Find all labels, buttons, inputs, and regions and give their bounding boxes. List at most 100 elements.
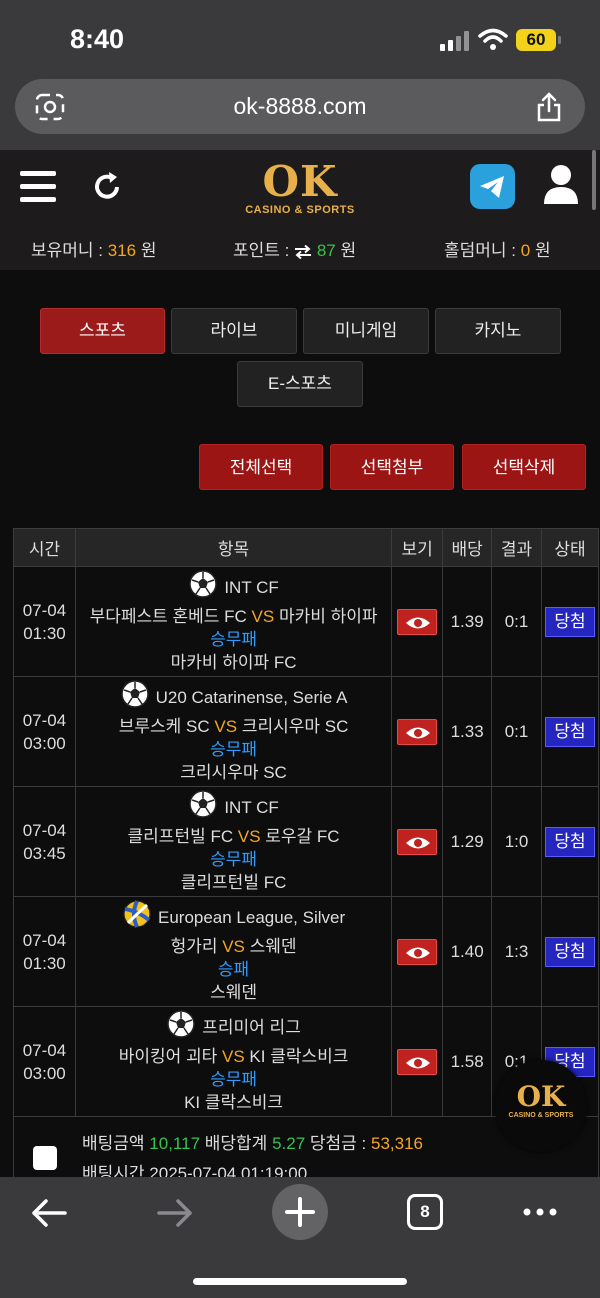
- result-cell: 1:3: [491, 896, 542, 1007]
- league-name: 프리미어 리그: [202, 1017, 301, 1037]
- status-bar: 8:40 60: [0, 0, 600, 78]
- view-cell: [391, 676, 444, 787]
- bet-time-cell: 07-04 01:30: [13, 566, 76, 677]
- site-header: OK CASINO & SPORTS 보유머니 : 316 원 포인트 : 87…: [0, 150, 600, 270]
- result-cell: 1:0: [491, 786, 542, 897]
- logo-text: OK: [262, 157, 338, 206]
- header-item: 항목: [74, 528, 393, 567]
- bet-time-cell: 07-04 01:30: [13, 896, 76, 1007]
- league-name: INT CF: [224, 577, 279, 597]
- odds-cell: 1.58: [442, 1006, 493, 1117]
- soccer-ball-icon: [166, 1009, 196, 1045]
- status-cell: 당첨: [540, 566, 600, 677]
- odds-cell: 1.40: [442, 896, 493, 1007]
- bet-pick: KI 클락스비크: [184, 1093, 284, 1112]
- header-status: 상태: [540, 528, 600, 567]
- table-row: 07-04 03:45 INT CF 클리프턴빌 FC VS 로우갈 FC 승무패 클리프…: [13, 786, 600, 897]
- eye-icon[interactable]: [397, 828, 438, 855]
- volleyball-icon: [122, 899, 152, 935]
- market-type: 승무패: [210, 630, 258, 649]
- status-badge: 당첨: [544, 716, 595, 747]
- bet-pick: 스웨덴: [210, 983, 258, 1002]
- bet-pick: 크리시우마 SC: [180, 763, 287, 782]
- web-page: OK CASINO & SPORTS 보유머니 : 316 원 포인트 : 87…: [0, 150, 600, 1177]
- status-badge: 당첨: [544, 826, 595, 857]
- new-tab-button[interactable]: [272, 1184, 328, 1240]
- status-time: 8:40: [70, 24, 125, 54]
- bet-item-cell: INT CF 부다페스트 혼베드 FC VS 마카비 하이파 승무패 마카비 하이파 …: [74, 566, 393, 677]
- floating-logo-button[interactable]: OK CASINO & SPORTS: [495, 1060, 587, 1152]
- bet-item-cell: European League, Silver 헝가리 VS 스웨덴승패스웨덴: [74, 896, 393, 1007]
- address-bar[interactable]: ok-8888.com: [15, 79, 585, 134]
- logo-subtitle: CASINO & SPORTS: [245, 204, 355, 216]
- view-cell: [391, 566, 444, 677]
- match-teams: 클리프턴빌 FC VS 로우갈 FC: [127, 827, 340, 846]
- holdem-money: 홀덤머니 : 0 원: [444, 241, 551, 260]
- more-icon[interactable]: [522, 1207, 558, 1217]
- league-name: U20 Catarinense, Serie A: [155, 687, 348, 707]
- bet-history-table: 시간 항목 보기 배당 결과 상태 07-04 01:30 INT CF 부다페스트 …: [13, 528, 600, 1117]
- browser-toolbar: 8: [0, 1177, 600, 1298]
- header-view: 보기: [391, 528, 444, 567]
- bet-pick: 마카비 하이파 FC: [170, 653, 297, 672]
- url-text[interactable]: ok-8888.com: [15, 93, 585, 120]
- eye-icon[interactable]: [397, 608, 438, 635]
- select-checkbox[interactable]: [33, 1146, 57, 1170]
- odds-cell: 1.29: [442, 786, 493, 897]
- soccer-ball-icon: [188, 789, 218, 825]
- league-name: INT CF: [224, 797, 279, 817]
- share-icon[interactable]: [535, 91, 563, 123]
- table-row: 07-04 01:30 INT CF 부다페스트 혼베드 FC VS 마카비 하이파 승…: [13, 566, 600, 677]
- select-attach-button[interactable]: 선택첨부: [330, 444, 454, 490]
- table-row: 07-04 03:00 U20 Catarinense, Serie A 브루스케 S…: [13, 676, 600, 787]
- view-cell: [391, 1006, 444, 1117]
- forward-arrow-icon[interactable]: [156, 1197, 194, 1229]
- select-all-button[interactable]: 전체선택: [199, 444, 323, 490]
- eye-icon[interactable]: [397, 718, 438, 745]
- tab-live[interactable]: 라이브: [171, 308, 297, 354]
- tab-minigame[interactable]: 미니게임: [303, 308, 429, 354]
- league-name: European League, Silver: [157, 907, 346, 927]
- market-type: 승무패: [210, 1070, 258, 1089]
- odds-cell: 1.39: [442, 566, 493, 677]
- status-cell: 당첨: [540, 896, 600, 1007]
- back-arrow-icon[interactable]: [30, 1197, 68, 1229]
- select-delete-button[interactable]: 선택삭제: [462, 444, 586, 490]
- tab-casino[interactable]: 카지노: [435, 308, 561, 354]
- eye-icon[interactable]: [397, 1048, 438, 1075]
- soccer-ball-icon: [188, 569, 218, 605]
- hamburger-menu-icon[interactable]: [20, 171, 56, 203]
- bet-time-cell: 07-04 03:00: [13, 1006, 76, 1117]
- tab-sports[interactable]: 스포츠: [40, 308, 165, 354]
- soccer-ball-icon: [120, 679, 150, 715]
- market-type: 승무패: [210, 850, 258, 869]
- points: 포인트 : 87 원: [233, 241, 357, 260]
- bet-time-cell: 07-04 03:00: [13, 676, 76, 787]
- site-logo[interactable]: OK CASINO & SPORTS: [238, 157, 362, 217]
- tab-esports[interactable]: E-스포츠: [237, 361, 363, 407]
- holding-money: 보유머니 : 316 원: [31, 241, 157, 260]
- summary-bet-time: 배팅시간 2025-07-04 01:19:00: [82, 1164, 308, 1177]
- page-scrollbar[interactable]: [592, 150, 596, 210]
- tabs-button[interactable]: 8: [407, 1194, 443, 1230]
- refresh-icon[interactable]: [90, 170, 124, 204]
- telegram-icon[interactable]: [470, 164, 515, 209]
- result-cell: 0:1: [491, 676, 542, 787]
- bet-item-cell: INT CF 클리프턴빌 FC VS 로우갈 FC 승무패 클리프턴빌 FC: [74, 786, 393, 897]
- view-cell: [391, 786, 444, 897]
- match-teams: 헝가리 VS 스웨덴: [170, 937, 297, 956]
- bet-item-cell: U20 Catarinense, Serie A 브루스케 SC VS 크리시우마…: [74, 676, 393, 787]
- summary-amounts: 배팅금액 10,117 배당합계 5.27 당첨금 : 53,316: [82, 1134, 423, 1153]
- odds-cell: 1.33: [442, 676, 493, 787]
- eye-icon[interactable]: [397, 938, 438, 965]
- user-icon[interactable]: [543, 164, 579, 206]
- battery-indicator: 60: [516, 29, 556, 51]
- bet-item-cell: 프리미어 리그 바이킹어 괴타 VS KI 클락스비크 승무패 KI 클락스비크: [74, 1006, 393, 1117]
- exchange-icon[interactable]: [294, 244, 312, 259]
- status-cell: 당첨: [540, 676, 600, 787]
- status-cell: 당첨: [540, 786, 600, 897]
- market-type: 승패: [217, 960, 250, 979]
- header-odds: 배당: [442, 528, 493, 567]
- header-result: 결과: [491, 528, 542, 567]
- match-teams: 브루스케 SC VS 크리시우마 SC: [118, 717, 349, 736]
